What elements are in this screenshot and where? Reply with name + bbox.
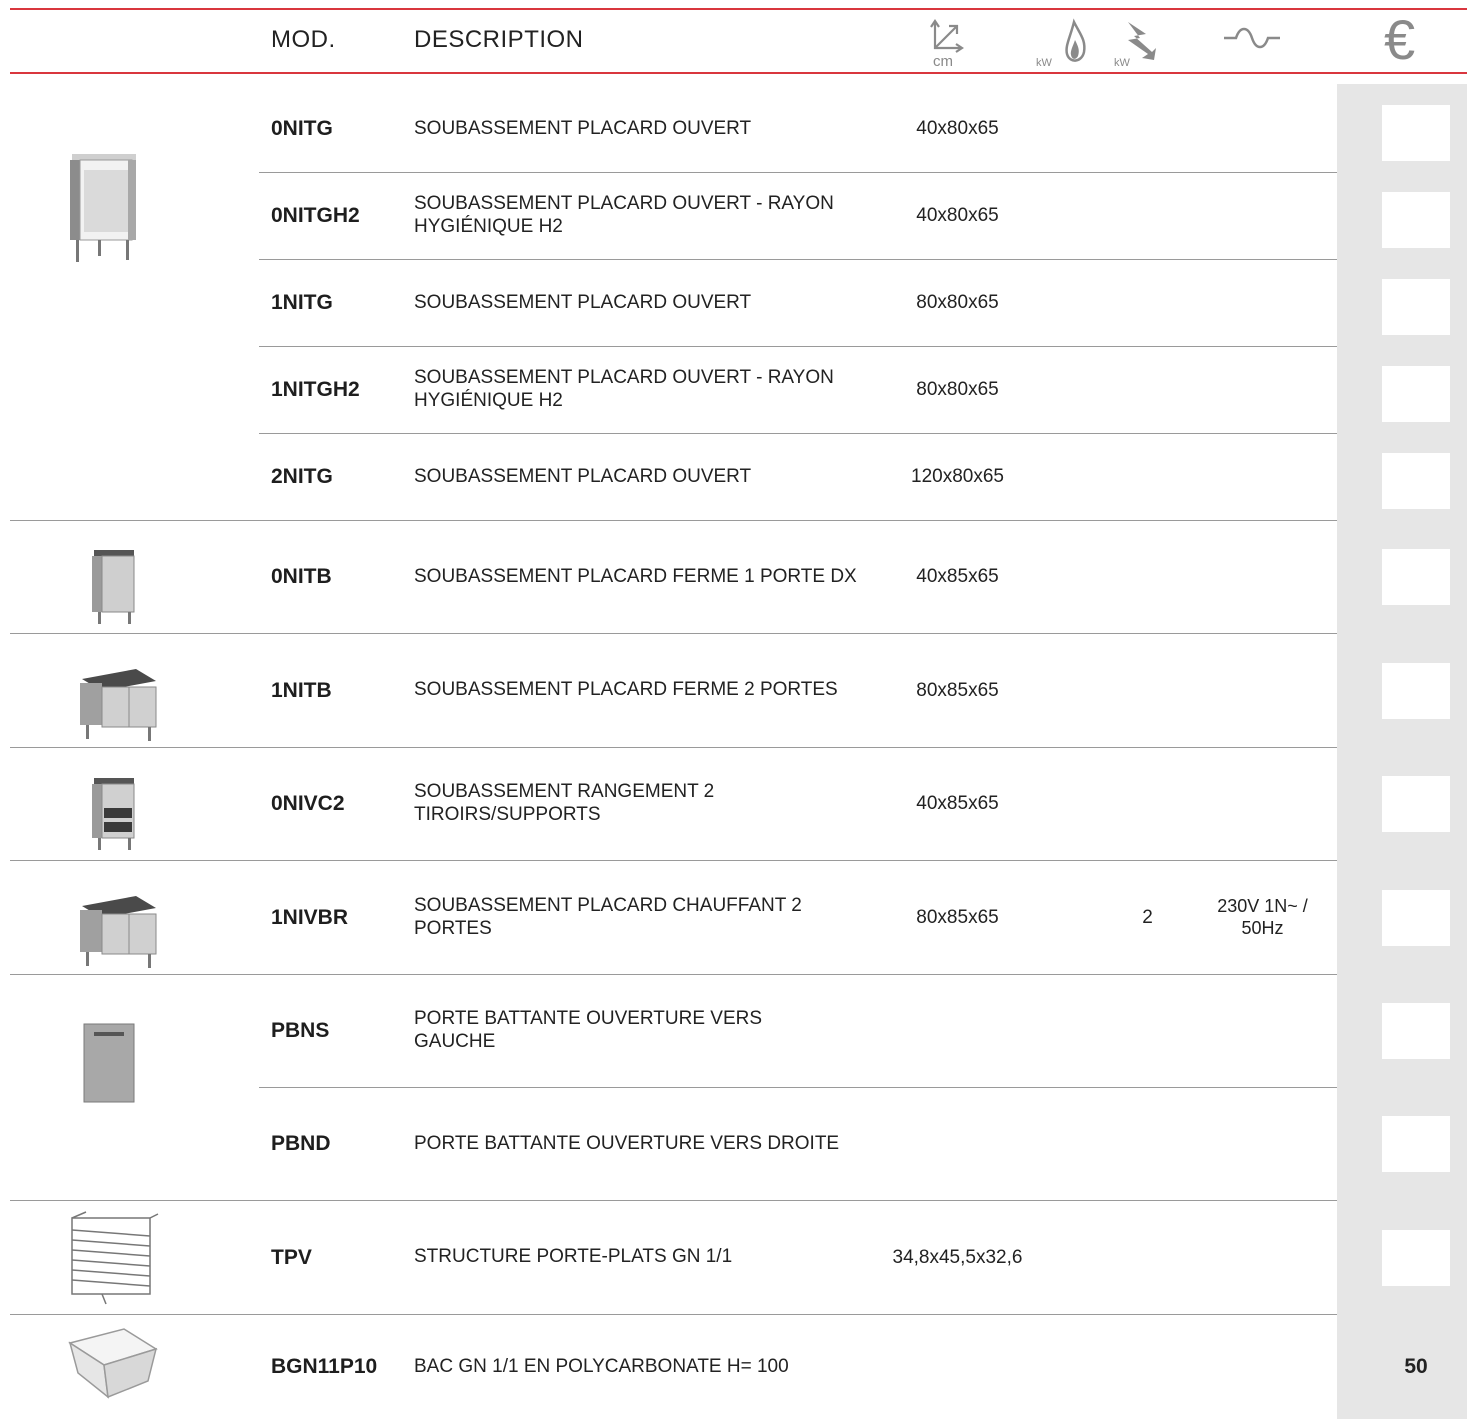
dimensions: 40x80x65: [916, 118, 999, 139]
header-bottom-rule: [10, 72, 1467, 74]
description: SOUBASSEMENT PLACARD OUVERT: [414, 465, 752, 487]
price-box: [1382, 1116, 1450, 1172]
model-code: 1NITB: [271, 678, 332, 702]
svg-text:cm: cm: [933, 53, 953, 70]
electric-power: 2: [1142, 906, 1153, 928]
model-code: PBND: [271, 1132, 331, 1155]
price-box: [1382, 663, 1450, 719]
price-box: [1382, 453, 1450, 509]
description: SOUBASSEMENT PLACARD OUVERT - RAYON HYGI…: [414, 193, 834, 237]
description: PORTE BATTANTE OUVERTURE VERS GAUCHE: [414, 1008, 763, 1052]
model-code: PBNS: [271, 1019, 330, 1042]
table-row: 2NITG SOUBASSEMENT PLACARD OUVERT 120x80…: [0, 434, 1467, 520]
dimensions: 80x80x65: [916, 292, 999, 313]
price-box: [1382, 105, 1450, 161]
table-row: 0NIVC2 SOUBASSEMENT RANGEMENT 2 TIROIRS/…: [0, 748, 1467, 860]
price-box: [1382, 366, 1450, 422]
description: BAC GN 1/1 EN POLYCARBONATE H= 100: [414, 1355, 789, 1377]
model-code: 1NITG: [271, 291, 333, 314]
description: SOUBASSEMENT PLACARD OUVERT: [414, 117, 752, 139]
dimensions: 80x85x65: [916, 906, 999, 928]
table-row: 0NITG SOUBASSEMENT PLACARD OUVERT 40x80x…: [0, 86, 1467, 172]
dimensions-cm-icon: cm: [925, 14, 969, 75]
description: SOUBASSEMENT PLACARD FERME 1 PORTE DX: [414, 565, 857, 587]
table-row: 1NITG SOUBASSEMENT PLACARD OUVERT 80x80x…: [0, 260, 1467, 346]
table-row: 1NITGH2 SOUBASSEMENT PLACARD OUVERT - RA…: [0, 347, 1467, 433]
header-top-rule: [10, 8, 1467, 10]
voltage-icon: [1222, 22, 1282, 61]
model-code: 0NITGH2: [271, 204, 360, 227]
dimensions: 34,8x45,5x32,6: [892, 1246, 1023, 1268]
description: SOUBASSEMENT PLACARD CHAUFFANT 2 PORTES: [414, 894, 802, 939]
table-row: BGN11P10 BAC GN 1/1 EN POLYCARBONATE H= …: [0, 1315, 1467, 1419]
dimensions: 80x85x65: [916, 679, 999, 701]
model-code: 2NITG: [271, 465, 333, 488]
price-box: [1382, 279, 1450, 335]
model-code: BGN11P10: [271, 1355, 378, 1378]
svg-text:kW: kW: [1036, 57, 1053, 69]
price-box: [1382, 192, 1450, 248]
price-box: [1382, 776, 1450, 832]
gas-flame-kw-icon: kW: [1036, 18, 1092, 75]
price-box: [1382, 549, 1450, 605]
description: SOUBASSEMENT PLACARD FERME 2 PORTES: [414, 679, 838, 701]
euro-icon: €: [1384, 8, 1416, 71]
header-description: DESCRIPTION: [414, 26, 584, 53]
voltage: 230V 1N~ / 50Hz: [1217, 895, 1308, 938]
description: SOUBASSEMENT RANGEMENT 2 TIROIRS/SUPPORT…: [414, 781, 715, 825]
price-value: 50: [1404, 1355, 1428, 1378]
price-box: [1382, 1230, 1450, 1286]
table-row: 0NITB SOUBASSEMENT PLACARD FERME 1 PORTE…: [0, 521, 1467, 633]
table-row: PBNS PORTE BATTANTE OUVERTURE VERS GAUCH…: [0, 975, 1467, 1087]
table-row: TPV STRUCTURE PORTE-PLATS GN 1/1 34,8x45…: [0, 1201, 1467, 1314]
dimensions: 80x80x65: [916, 379, 999, 400]
table-row: 0NITGH2 SOUBASSEMENT PLACARD OUVERT - RA…: [0, 173, 1467, 259]
model-code: 0NIVC2: [271, 792, 345, 815]
header-mod: MOD.: [271, 26, 336, 53]
description: SOUBASSEMENT PLACARD OUVERT: [414, 291, 752, 313]
price-box: [1382, 890, 1450, 946]
description: SOUBASSEMENT PLACARD OUVERT - RAYON HYGI…: [414, 367, 834, 411]
description: STRUCTURE PORTE-PLATS GN 1/1: [414, 1246, 733, 1268]
model-code: 1NIVBR: [271, 905, 349, 929]
dimensions: 120x80x65: [911, 466, 1004, 487]
model-code: 1NITGH2: [271, 378, 360, 401]
dimensions: 40x85x65: [916, 793, 999, 814]
dimensions: 40x85x65: [916, 566, 999, 587]
model-code: 0NITG: [271, 117, 333, 140]
svg-text:kW: kW: [1114, 57, 1131, 69]
model-code: 0NITB: [271, 565, 332, 588]
table-row: 1NITB SOUBASSEMENT PLACARD FERME 2 PORTE…: [0, 634, 1467, 747]
model-code: TPV: [271, 1245, 312, 1269]
description: PORTE BATTANTE OUVERTURE VERS DROITE: [414, 1132, 840, 1154]
electric-kw-icon: kW: [1112, 18, 1162, 75]
price-box: [1382, 1003, 1450, 1059]
dimensions: 40x80x65: [916, 205, 999, 226]
table-row: PBND PORTE BATTANTE OUVERTURE VERS DROIT…: [0, 1088, 1467, 1200]
table-row: 1NIVBR SOUBASSEMENT PLACARD CHAUFFANT 2 …: [0, 861, 1467, 974]
